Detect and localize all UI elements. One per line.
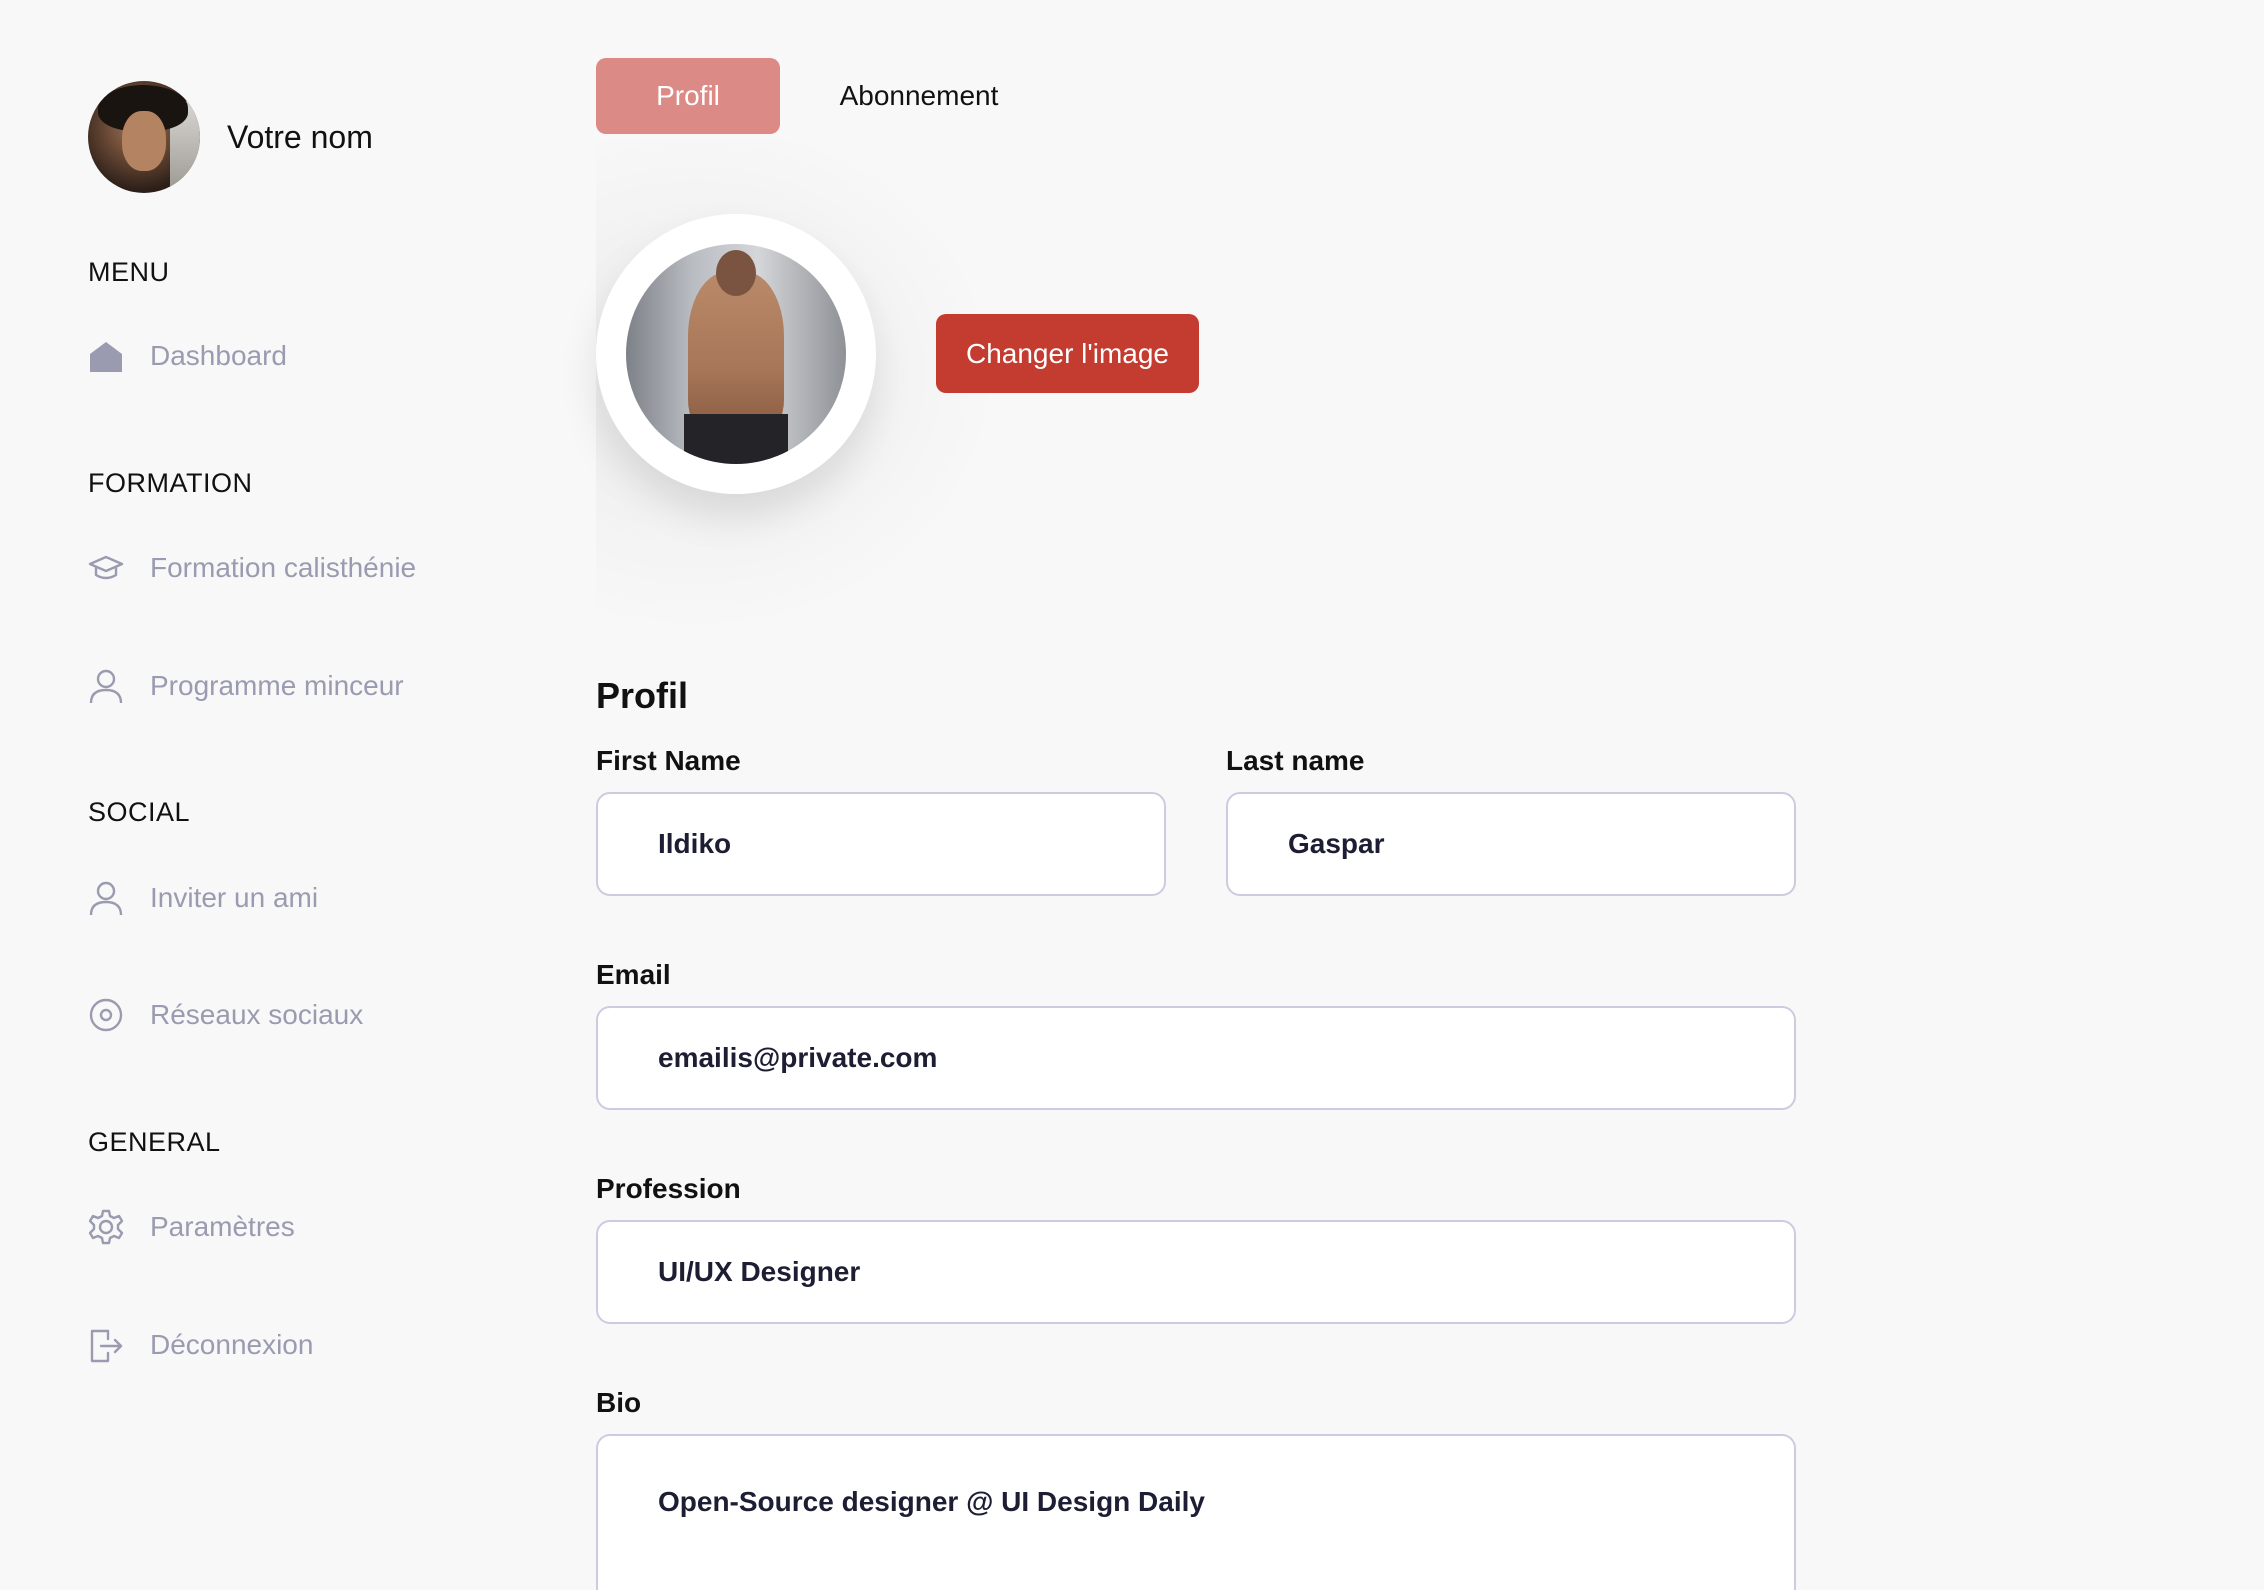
photo-head	[716, 250, 756, 296]
sidebar-item-parametres[interactable]: Paramètres	[88, 1207, 295, 1247]
bio-value: Open-Source designer @ UI Design Daily	[658, 1486, 1205, 1517]
gear-icon	[88, 1209, 124, 1245]
sidebar-item-label: Déconnexion	[150, 1329, 314, 1360]
email-label: Email	[596, 959, 671, 990]
bio-label: Bio	[596, 1387, 642, 1418]
user-name: Votre nom	[227, 118, 373, 155]
user-icon	[88, 880, 124, 916]
first-name-label: First Name	[596, 745, 741, 776]
sidebar-item-label: Programme minceur	[150, 670, 404, 701]
sidebar-item-label: Formation calisthénie	[150, 552, 417, 583]
last-name-field[interactable]: Gaspar	[1226, 792, 1796, 896]
section-title-general: GENERAL	[88, 1127, 221, 1157]
section-title-formation: FORMATION	[88, 468, 253, 498]
graduation-cap-icon	[88, 550, 124, 586]
sidebar-item-inviter-ami[interactable]: Inviter un ami	[88, 878, 318, 918]
sidebar-item-label: Inviter un ami	[150, 882, 319, 913]
avatar-face	[122, 111, 166, 171]
sidebar-item-label: Paramètres	[150, 1211, 295, 1242]
user-icon	[88, 668, 124, 704]
profession-label: Profession	[596, 1173, 741, 1204]
user-profile[interactable]: Votre nom	[88, 81, 373, 193]
change-image-button[interactable]: Changer l'image	[936, 314, 1199, 393]
email-field[interactable]: emailis@private.com	[596, 1006, 1796, 1110]
photo-shorts	[684, 414, 788, 464]
sidebar-item-reseaux-sociaux[interactable]: Réseaux sociaux	[88, 995, 363, 1035]
profession-value: UI/UX Designer	[658, 1256, 861, 1287]
profession-field[interactable]: UI/UX Designer	[596, 1220, 1796, 1324]
sidebar-item-programme-minceur[interactable]: Programme minceur	[88, 666, 404, 706]
sidebar-item-dashboard[interactable]: Dashboard	[88, 336, 287, 376]
sidebar-item-label: Dashboard	[150, 340, 287, 371]
home-icon	[88, 338, 124, 374]
email-value: emailis@private.com	[658, 1042, 938, 1073]
tab-abonnement[interactable]: Abonnement	[814, 58, 1024, 134]
first-name-field[interactable]: Ildiko	[596, 792, 1166, 896]
profile-photo	[626, 244, 846, 464]
profile-avatar[interactable]	[596, 214, 876, 494]
section-title-menu: MENU	[88, 257, 170, 287]
last-name-value: Gaspar	[1288, 828, 1385, 859]
sidebar-item-formation-calisthenie[interactable]: Formation calisthénie	[88, 548, 416, 588]
section-title-social: SOCIAL	[88, 797, 191, 827]
bio-textarea[interactable]: Open-Source designer @ UI Design Daily	[596, 1434, 1796, 1590]
last-name-label: Last name	[1226, 745, 1365, 776]
avatar[interactable]	[88, 81, 200, 193]
tab-profil[interactable]: Profil	[596, 58, 780, 134]
form-title: Profil	[596, 675, 689, 716]
logout-icon	[88, 1327, 124, 1363]
circle-dot-icon	[88, 997, 124, 1033]
first-name-value: Ildiko	[658, 828, 732, 859]
sidebar: Votre nom MENU Dashboard FORMATION Forma…	[0, 0, 560, 1590]
sidebar-item-label: Réseaux sociaux	[150, 999, 364, 1030]
photo-torso	[688, 272, 784, 432]
sidebar-item-deconnexion[interactable]: Déconnexion	[88, 1325, 313, 1365]
